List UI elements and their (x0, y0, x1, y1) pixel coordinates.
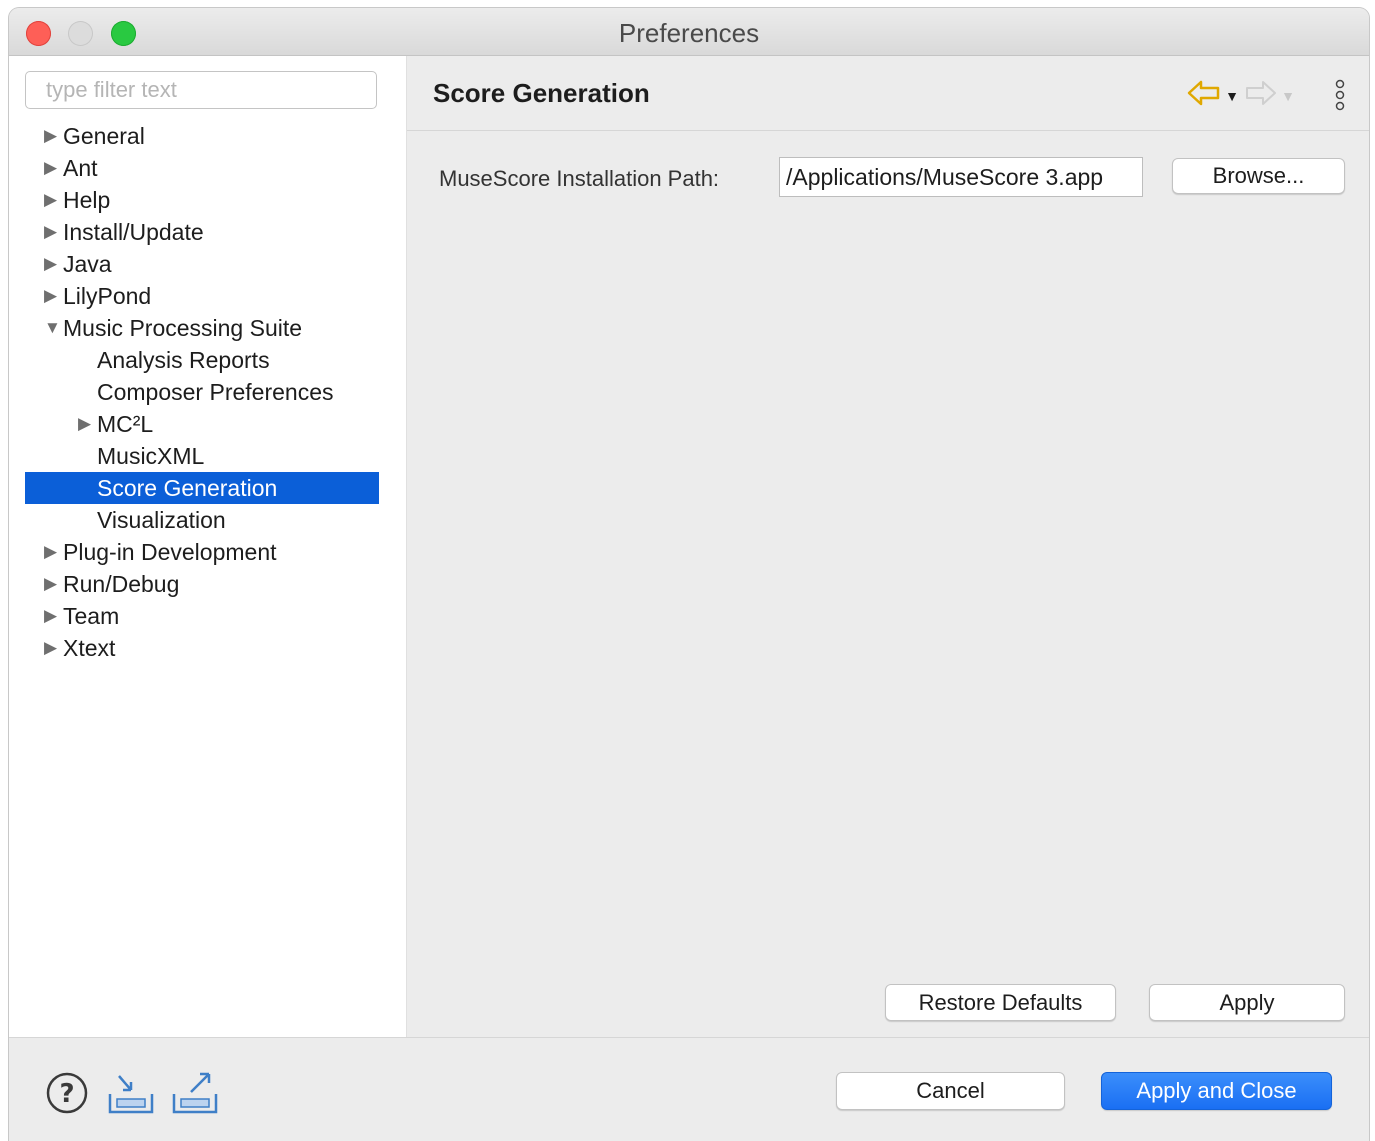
tree-item-music-processing-suite[interactable]: ▼ Music Processing Suite (25, 312, 379, 344)
import-icon[interactable] (107, 1074, 155, 1121)
tree-item-java[interactable]: ▶ Java (25, 248, 379, 280)
browse-button[interactable]: Browse... (1172, 158, 1345, 194)
filter-input[interactable] (25, 71, 377, 109)
expand-arrow-icon[interactable]: ▶ (44, 184, 57, 216)
tree-item-label: MusicXML (97, 443, 205, 469)
dialog-footer: ? Cancel Apply and Close (9, 1037, 1369, 1141)
expand-arrow-icon[interactable]: ▶ (44, 600, 57, 632)
forward-history-dropdown-icon: ▼ (1281, 88, 1295, 104)
tree-item-label: Run/Debug (63, 571, 180, 597)
tree-item-label: Analysis Reports (97, 347, 270, 373)
tree-item-label: Composer Preferences (97, 379, 334, 405)
expand-arrow-icon[interactable]: ▶ (44, 120, 57, 152)
tree-item-label: General (63, 123, 145, 149)
preference-page: Score Generation ▼ ▼ MuseScore Installat… (407, 56, 1369, 1037)
page-header: Score Generation ▼ ▼ (407, 56, 1369, 131)
forward-arrow-icon (1245, 78, 1277, 113)
svg-text:?: ? (59, 1079, 74, 1109)
back-arrow-icon[interactable] (1187, 78, 1221, 113)
tree-item-label: Music Processing Suite (63, 315, 303, 341)
tree-item-label: Install/Update (63, 219, 204, 245)
tree-item-ant[interactable]: ▶ Ant (25, 152, 379, 184)
tree-item-mc2l[interactable]: ▶ MC²L (25, 408, 379, 440)
tree-item-label: Visualization (97, 507, 226, 533)
tree-item-help[interactable]: ▶ Help (25, 184, 379, 216)
musescore-path-input[interactable] (779, 157, 1143, 197)
restore-defaults-button[interactable]: Restore Defaults (885, 984, 1116, 1021)
title-bar: Preferences (9, 8, 1369, 56)
tree-item-plug-in-development[interactable]: ▶ Plug-in Development (25, 536, 379, 568)
expand-arrow-icon[interactable]: ▶ (44, 248, 57, 280)
cancel-button[interactable]: Cancel (836, 1072, 1065, 1110)
tree-item-run-debug[interactable]: ▶ Run/Debug (25, 568, 379, 600)
expand-arrow-icon[interactable]: ▶ (44, 280, 57, 312)
tree-item-label: Help (63, 187, 111, 213)
help-icon[interactable]: ? (45, 1071, 89, 1120)
tree-item-install-update[interactable]: ▶ Install/Update (25, 216, 379, 248)
expand-arrow-icon[interactable]: ▶ (44, 536, 57, 568)
preferences-sidebar: ▶General ▶Ant ▶Help ▶Install/Update ▶Jav… (9, 56, 407, 1037)
tree-item-visualization[interactable]: Visualization (25, 504, 379, 536)
tree-item-label: Ant (63, 155, 98, 181)
export-icon[interactable] (171, 1070, 221, 1121)
expand-arrow-icon[interactable]: ▶ (44, 568, 57, 600)
tree-item-score-generation[interactable]: Score Generation (25, 472, 379, 504)
view-menu-icon[interactable] (1333, 78, 1347, 117)
apply-button[interactable]: Apply (1149, 984, 1345, 1021)
preference-tree: ▶ General ▶ Ant ▶ Help ▶ Install/Update ▶ Jav… (25, 120, 379, 664)
page-title: Score Generation (433, 78, 650, 108)
tree-item-label: Java (63, 251, 112, 277)
apply-and-close-button[interactable]: Apply and Close (1101, 1072, 1332, 1110)
tree-item-label: MC²L (97, 411, 154, 437)
tree-item-team[interactable]: ▶ Team (25, 600, 379, 632)
tree-item-xtext[interactable]: ▶ Xtext (25, 632, 379, 664)
tree-item-label: Xtext (63, 635, 116, 661)
expand-arrow-icon[interactable]: ▶ (78, 408, 91, 440)
tree-item-label: Team (63, 603, 120, 629)
tree-item-general[interactable]: ▶ General (25, 120, 379, 152)
tree-item-label: LilyPond (63, 283, 152, 309)
tree-item-lilypond[interactable]: ▶ LilyPond (25, 280, 379, 312)
tree-item-label: Plug-in Development (63, 539, 277, 565)
musescore-path-label: MuseScore Installation Path: (439, 166, 720, 191)
tree-item-composer-preferences[interactable]: Composer Preferences (25, 376, 379, 408)
expand-arrow-icon[interactable]: ▶ (44, 632, 57, 664)
expand-arrow-icon[interactable]: ▶ (44, 152, 57, 184)
collapse-arrow-icon[interactable]: ▼ (44, 312, 61, 344)
preferences-window: Preferences ▶General ▶Ant ▶Help ▶Install… (9, 8, 1369, 1141)
back-history-dropdown-icon[interactable]: ▼ (1225, 88, 1239, 104)
tree-item-musicxml[interactable]: MusicXML (25, 440, 379, 472)
tree-item-label: Score Generation (97, 475, 278, 501)
window-title: Preferences (618, 18, 760, 48)
expand-arrow-icon[interactable]: ▶ (44, 216, 57, 248)
tree-item-analysis-reports[interactable]: Analysis Reports (25, 344, 379, 376)
